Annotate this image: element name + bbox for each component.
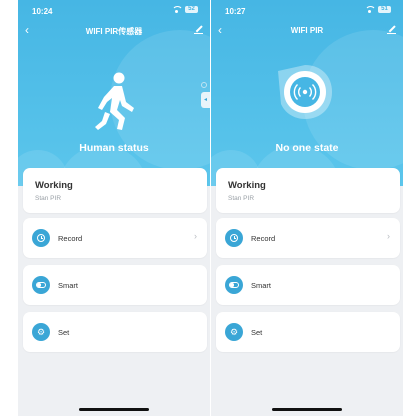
status-card: Working Stan PIR: [23, 168, 207, 213]
nav-bar: ‹ WIFI PIR: [211, 22, 403, 40]
wifi-icon: [172, 6, 183, 13]
home-indicator[interactable]: [272, 408, 342, 411]
status-bar: 10:24 52: [18, 0, 210, 22]
set-row[interactable]: ⚙ Set: [216, 312, 400, 352]
status-heading: Working: [228, 180, 266, 191]
side-dot-icon: [201, 82, 207, 88]
row-label: Smart: [251, 281, 272, 290]
device-name: Stan PIR: [35, 195, 62, 202]
page-title: WIFI PIR传感器: [85, 27, 143, 36]
smart-row[interactable]: Smart: [23, 265, 207, 305]
sensor-signal-icon: [278, 65, 332, 119]
set-row[interactable]: ⚙ Set: [23, 312, 207, 352]
status-heading: Working: [35, 180, 73, 191]
clock-icon: [225, 229, 243, 247]
battery-icon: 51: [378, 6, 391, 13]
toggle-icon: [32, 276, 50, 294]
status-icons: 51: [365, 6, 391, 13]
chevron-right-icon: ›: [387, 231, 390, 241]
side-drawer-handle[interactable]: ◂: [201, 92, 210, 108]
row-label: Smart: [58, 281, 79, 290]
smart-row[interactable]: Smart: [216, 265, 400, 305]
record-row[interactable]: Record ›: [216, 218, 400, 258]
page-title: WIFI PIR: [290, 26, 324, 35]
edit-icon[interactable]: [387, 25, 396, 34]
row-label: Record: [58, 234, 83, 243]
hero-banner: 10:27 51 ‹ WIFI PIR No one state: [211, 0, 403, 186]
edit-icon[interactable]: [194, 25, 203, 34]
status-icons: 52: [172, 6, 198, 13]
walking-person-icon: [95, 72, 134, 130]
gear-icon: ⚙: [32, 323, 50, 341]
toggle-icon: [225, 276, 243, 294]
state-label: Human status: [79, 142, 149, 154]
device-name: Stan PIR: [228, 195, 255, 202]
row-label: Set: [251, 328, 263, 337]
home-indicator[interactable]: [79, 408, 149, 411]
phone-screen-human-status: 10:24 52 ‹ WIFI PIR传感器 ◂ Human status Wo…: [18, 0, 210, 416]
row-label: Set: [58, 328, 70, 337]
status-time: 10:27: [225, 7, 246, 16]
battery-icon: 52: [185, 6, 198, 13]
status-bar: 10:27 51: [211, 0, 403, 22]
chevron-right-icon: ›: [194, 231, 197, 241]
state-label: No one state: [275, 142, 339, 154]
phone-screen-no-one-state: 10:27 51 ‹ WIFI PIR No one state Working…: [211, 0, 403, 416]
clock-icon: [32, 229, 50, 247]
hero-banner: 10:24 52 ‹ WIFI PIR传感器 ◂ Human status: [18, 0, 210, 186]
gear-icon: ⚙: [225, 323, 243, 341]
nav-bar: ‹ WIFI PIR传感器: [18, 22, 210, 40]
status-card: Working Stan PIR: [216, 168, 400, 213]
status-time: 10:24: [32, 7, 53, 16]
record-row[interactable]: Record ›: [23, 218, 207, 258]
wifi-icon: [365, 6, 376, 13]
row-label: Record: [251, 234, 276, 243]
